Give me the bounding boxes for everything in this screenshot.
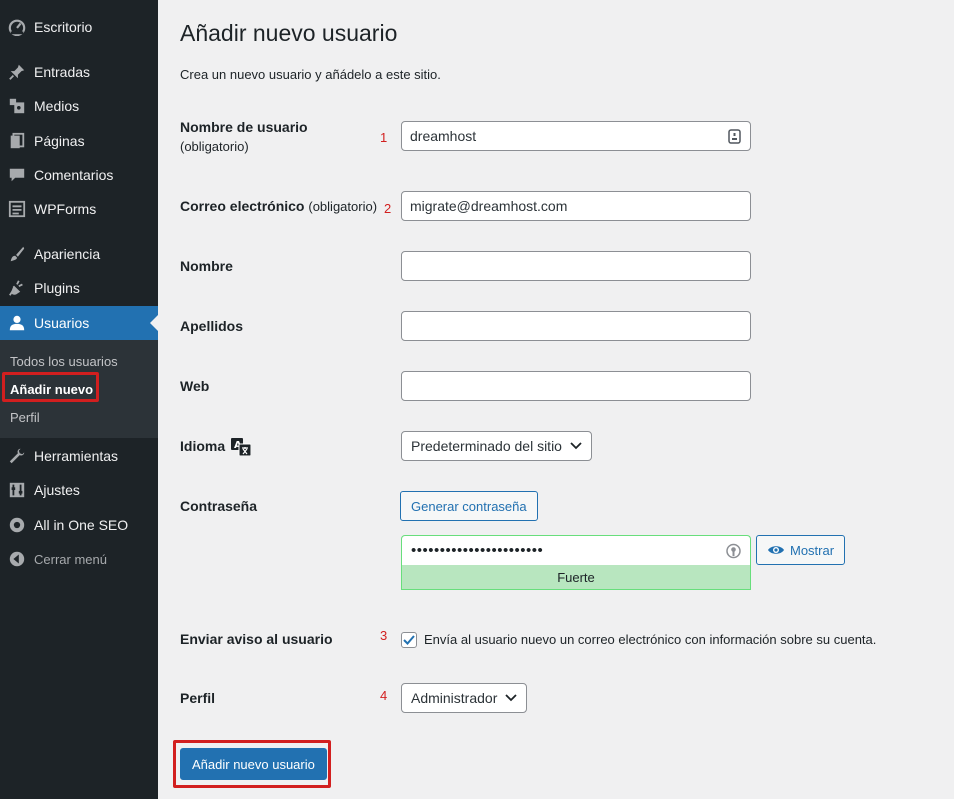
add-new-user-button[interactable]: Añadir nuevo usuario [180,748,327,780]
sidebar-item-label: Medios [34,98,80,114]
role-select[interactable]: Administrador [401,683,528,713]
sidebar-item-aioseo[interactable]: All in One SEO [0,508,158,542]
page-title: Añadir nuevo usuario [180,20,398,46]
sidebar-item-apariencia[interactable]: Apariencia [0,237,158,271]
admin-sidebar: Escritorio Entradas Medios Páginas Comen… [0,0,158,799]
media-icon [7,96,27,116]
submenu-item-profile[interactable]: Perfil [10,410,40,425]
chevron-down-icon [570,442,582,450]
sidebar-item-escritorio[interactable]: Escritorio [0,10,158,44]
sidebar-item-label: Plugins [34,280,80,296]
sidebar-item-label: Cerrar menú [34,551,107,567]
dashboard-icon [7,17,27,37]
sidebar-item-label: Herramientas [34,448,119,464]
sidebar-item-usuarios[interactable]: Usuarios [0,306,158,340]
pin-icon [7,62,27,82]
sidebar-item-ajustes[interactable]: Ajustes [0,473,158,507]
first-name-label: Nombre [180,258,233,274]
seo-icon [7,515,27,535]
email-field[interactable]: migrate@dreamhost.com [401,191,751,221]
role-label: Perfil [180,690,216,706]
submenu-item-all-users[interactable]: Todos los usuarios [10,354,118,369]
notify-label: Enviar aviso al usuario [180,631,333,647]
notify-checkbox[interactable] [401,632,417,648]
forms-icon [7,199,27,219]
collapse-icon [7,549,27,569]
brush-icon [7,244,27,264]
language-label: Idioma A [180,437,252,456]
comment-icon [7,165,27,185]
role-selected: Administrador [411,690,498,706]
sidebar-item-medios[interactable]: Medios [0,89,158,123]
email-label: Correo electrónico (obligatorio) [180,198,378,214]
sidebar-item-wpforms[interactable]: WPForms [0,192,158,226]
translation-icon: A [231,437,252,456]
password-label: Contraseña [180,498,258,514]
sidebar-item-label: Comentarios [34,167,114,183]
sidebar-item-label: Ajustes [34,482,80,498]
sidebar-item-label: Escritorio [34,19,93,35]
last-name-field[interactable] [401,311,751,341]
password-masked-value: ••••••••••••••••••••••• [411,542,544,559]
generate-password-button[interactable]: Generar contraseña [400,491,538,521]
first-name-field[interactable] [401,251,751,281]
language-select[interactable]: Predeterminado del sitio [401,431,592,461]
sidebar-item-paginas[interactable]: Páginas [0,124,158,158]
sidebar-item-label: Apariencia [34,246,101,262]
password-manager-icon [726,543,741,563]
chevron-down-icon [505,694,518,702]
username-value: dreamhost [410,128,477,144]
sidebar-item-comentarios[interactable]: Comentarios [0,158,158,192]
notify-checkbox-label[interactable]: Envía al usuario nuevo un correo electró… [424,632,876,647]
sidebar-item-label: Páginas [34,133,85,149]
page-description: Crea un nuevo usuario y añádelo a este s… [180,67,441,82]
password-field[interactable]: ••••••••••••••••••••••• [401,535,751,565]
password-strength-meter: Fuerte [401,565,751,590]
website-field[interactable] [401,371,751,401]
step-marker: 3 [380,628,388,643]
highlight-box [2,372,99,402]
pages-icon [7,131,27,151]
wrench-icon [7,446,27,466]
step-marker: 4 [380,688,388,703]
user-icon [7,313,27,333]
username-field[interactable]: dreamhost [401,121,751,151]
step-marker: 2 [384,201,392,216]
eye-icon [767,544,785,556]
sidebar-item-label: Entradas [34,64,91,80]
sidebar-item-label: Usuarios [34,315,90,331]
sidebar-item-label: All in One SEO [34,517,129,533]
sidebar-item-entradas[interactable]: Entradas [0,55,158,89]
show-password-button[interactable]: Mostrar [756,535,846,565]
checkmark-icon [403,635,415,645]
sidebar-item-label: WPForms [34,201,97,217]
language-selected: Predeterminado del sitio [411,438,562,454]
website-label: Web [180,378,210,394]
plug-icon [7,278,27,298]
show-password-label: Mostrar [790,542,835,558]
username-label: Nombre de usuario (obligatorio) [180,119,308,154]
step-marker: 1 [380,130,388,145]
last-name-label: Apellidos [180,318,244,334]
email-value: migrate@dreamhost.com [410,198,568,214]
sidebar-item-plugins[interactable]: Plugins [0,271,158,305]
credential-icon [728,129,741,147]
settings-icon [7,480,27,500]
sidebar-collapse-menu[interactable]: Cerrar menú [0,542,158,576]
sidebar-item-herramientas[interactable]: Herramientas [0,439,158,473]
main-content: Añadir nuevo usuario Crea un nuevo usuar… [158,0,954,799]
